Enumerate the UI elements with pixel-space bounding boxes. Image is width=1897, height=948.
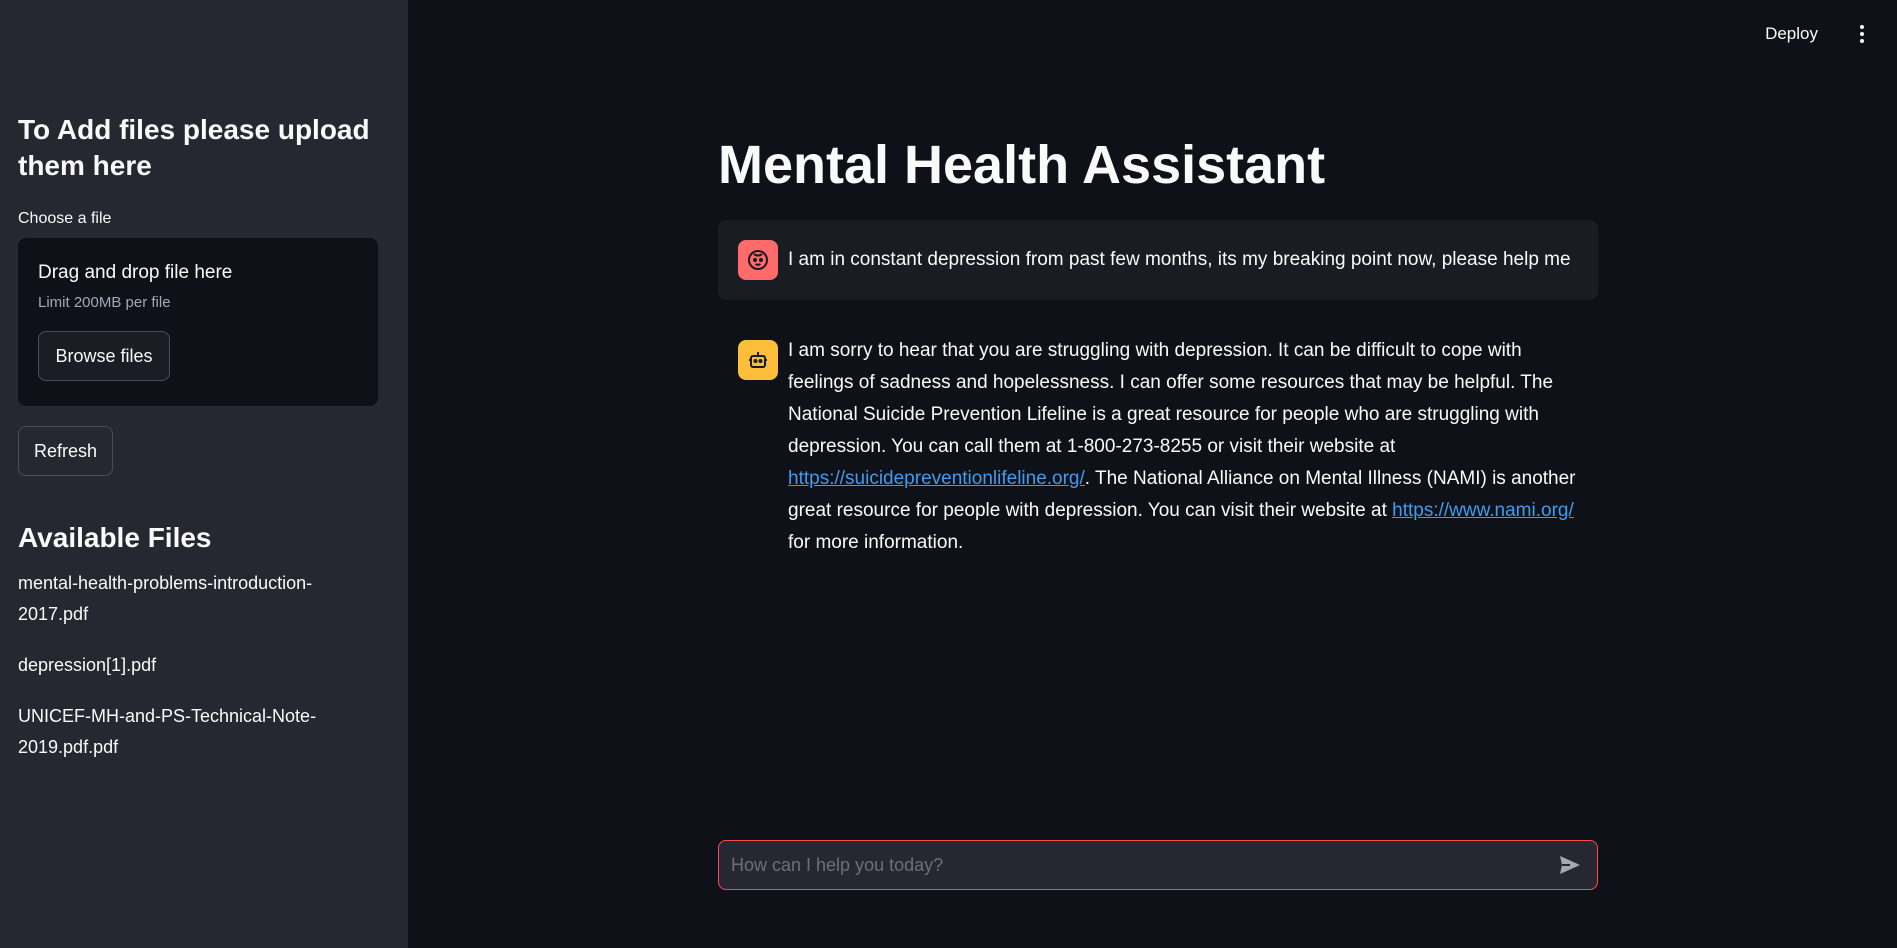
robot-icon xyxy=(738,340,778,380)
top-toolbar: Deploy xyxy=(1765,0,1897,68)
upload-heading: To Add files please upload them here xyxy=(18,114,370,181)
chat-input-container xyxy=(718,840,1598,890)
assistant-text-part: for more information. xyxy=(788,532,964,553)
assistant-message-text: I am sorry to hear that you are struggli… xyxy=(788,335,1578,559)
file-item: mental-health-problems-introduction-2017… xyxy=(18,573,313,624)
user-message: I am in constant depression from past fe… xyxy=(718,220,1598,300)
suicide-lifeline-link[interactable]: https://suicidepreventionlifeline.org/ xyxy=(788,468,1085,489)
assistant-message: I am sorry to hear that you are struggli… xyxy=(718,340,1598,559)
page-title: Mental Health Assistant xyxy=(718,135,1326,195)
kebab-menu-icon[interactable] xyxy=(1852,22,1872,46)
chat-input[interactable] xyxy=(731,854,1555,876)
user-message-text: I am in constant depression from past fe… xyxy=(788,249,1571,270)
uploader-label: Choose a file xyxy=(18,210,112,227)
dropzone-limit: Limit 200MB per file xyxy=(38,294,171,311)
nami-link[interactable]: https://www.nami.org/ xyxy=(1392,500,1574,521)
file-item: depression[1].pdf xyxy=(18,655,157,675)
user-face-icon xyxy=(738,240,778,280)
file-item: UNICEF-MH-and-PS-Technical-Note-2019.pdf… xyxy=(18,706,317,757)
file-dropzone[interactable]: Drag and drop file here Limit 200MB per … xyxy=(18,238,378,406)
file-list: mental-health-problems-introduction-2017… xyxy=(18,568,390,763)
deploy-button[interactable]: Deploy xyxy=(1765,24,1818,44)
assistant-text-part: I am sorry to hear that you are struggli… xyxy=(788,340,1554,457)
browse-files-button[interactable]: Browse files xyxy=(38,331,170,381)
refresh-button[interactable]: Refresh xyxy=(18,426,113,476)
dropzone-title: Drag and drop file here xyxy=(38,262,233,283)
send-icon[interactable] xyxy=(1555,850,1585,880)
sidebar: To Add files please upload them here Cho… xyxy=(0,0,408,948)
available-files-heading: Available Files xyxy=(18,522,212,553)
